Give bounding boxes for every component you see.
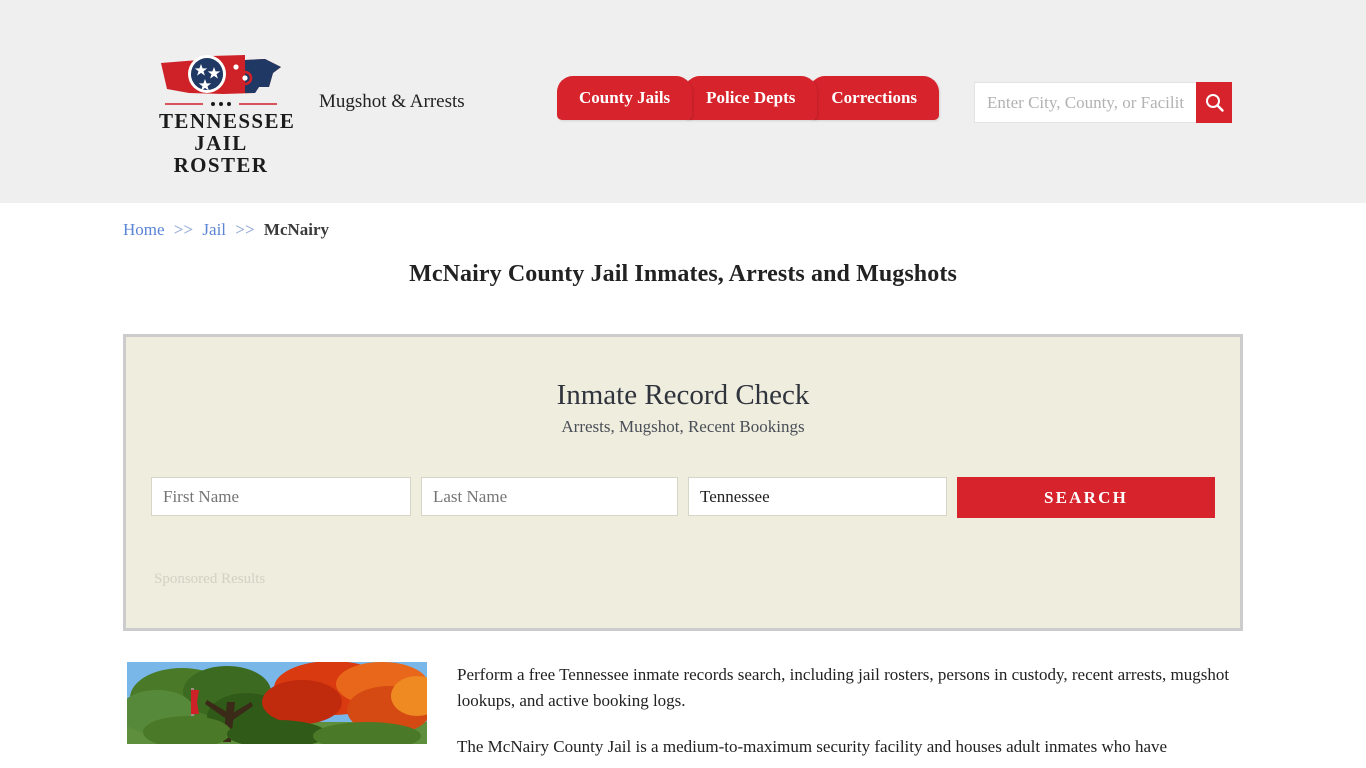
page-title: McNairy County Jail Inmates, Arrests and… <box>409 261 957 287</box>
site-logo[interactable]: TENNESSEE JAIL ROSTER <box>159 53 296 177</box>
logo-text-line2: JAIL ROSTER <box>173 131 269 177</box>
autumn-trees-photo <box>127 662 427 744</box>
logo-divider-icon <box>165 102 277 106</box>
logo-text-line1: TENNESSEE <box>159 109 296 133</box>
breadcrumb-jail[interactable]: Jail <box>202 220 226 239</box>
header-search-input[interactable] <box>974 82 1196 123</box>
breadcrumb-current: McNairy <box>263 220 330 239</box>
search-button[interactable]: SEARCH <box>957 477 1215 518</box>
site-tagline: Mugshot & Arrests <box>319 91 465 112</box>
search-icon <box>1205 94 1224 112</box>
state-select[interactable]: Tennessee <box>688 477 947 516</box>
nav-tab-county-jails[interactable]: County Jails <box>557 76 693 120</box>
header-inner: TENNESSEE JAIL ROSTER Mugshot & Arrests … <box>123 0 1243 203</box>
panel-heading: Inmate Record Check <box>556 379 810 411</box>
tennessee-state-icon <box>161 55 281 94</box>
first-name-input[interactable] <box>151 477 411 516</box>
content-wrap: Home >> Jail >> McNairy McNairy County J… <box>123 203 1243 768</box>
article-paragraph-1: Perform a free Tennessee inmate records … <box>457 665 1230 710</box>
header-search <box>974 82 1232 123</box>
last-name-input[interactable] <box>421 477 678 516</box>
site-header: TENNESSEE JAIL ROSTER Mugshot & Arrests … <box>0 0 1366 203</box>
nav-tab-corrections[interactable]: Corrections <box>809 76 940 120</box>
breadcrumb-home[interactable]: Home <box>123 220 165 239</box>
inmate-record-check-panel: Inmate Record Check Arrests, Mugshot, Re… <box>123 334 1243 631</box>
main-nav: County Jails Police Depts Corrections <box>557 76 940 120</box>
nav-tab-police-depts[interactable]: Police Depts <box>684 76 818 120</box>
sponsored-results-label: Sponsored Results <box>154 571 266 587</box>
breadcrumb-separator: >> <box>235 220 255 239</box>
panel-subheading: Arrests, Mugshot, Recent Bookings <box>561 417 805 436</box>
header-search-button[interactable] <box>1196 82 1232 123</box>
article-text: Perform a free Tennessee inmate records … <box>457 662 1237 768</box>
inmate-search-form: Tennessee SEARCH <box>151 477 1215 518</box>
article-row: Perform a free Tennessee inmate records … <box>123 662 1243 768</box>
article-paragraph-2: The McNairy County Jail is a medium-to-m… <box>457 737 1168 756</box>
breadcrumb: Home >> Jail >> McNairy <box>123 203 1243 239</box>
breadcrumb-separator: >> <box>173 220 194 239</box>
